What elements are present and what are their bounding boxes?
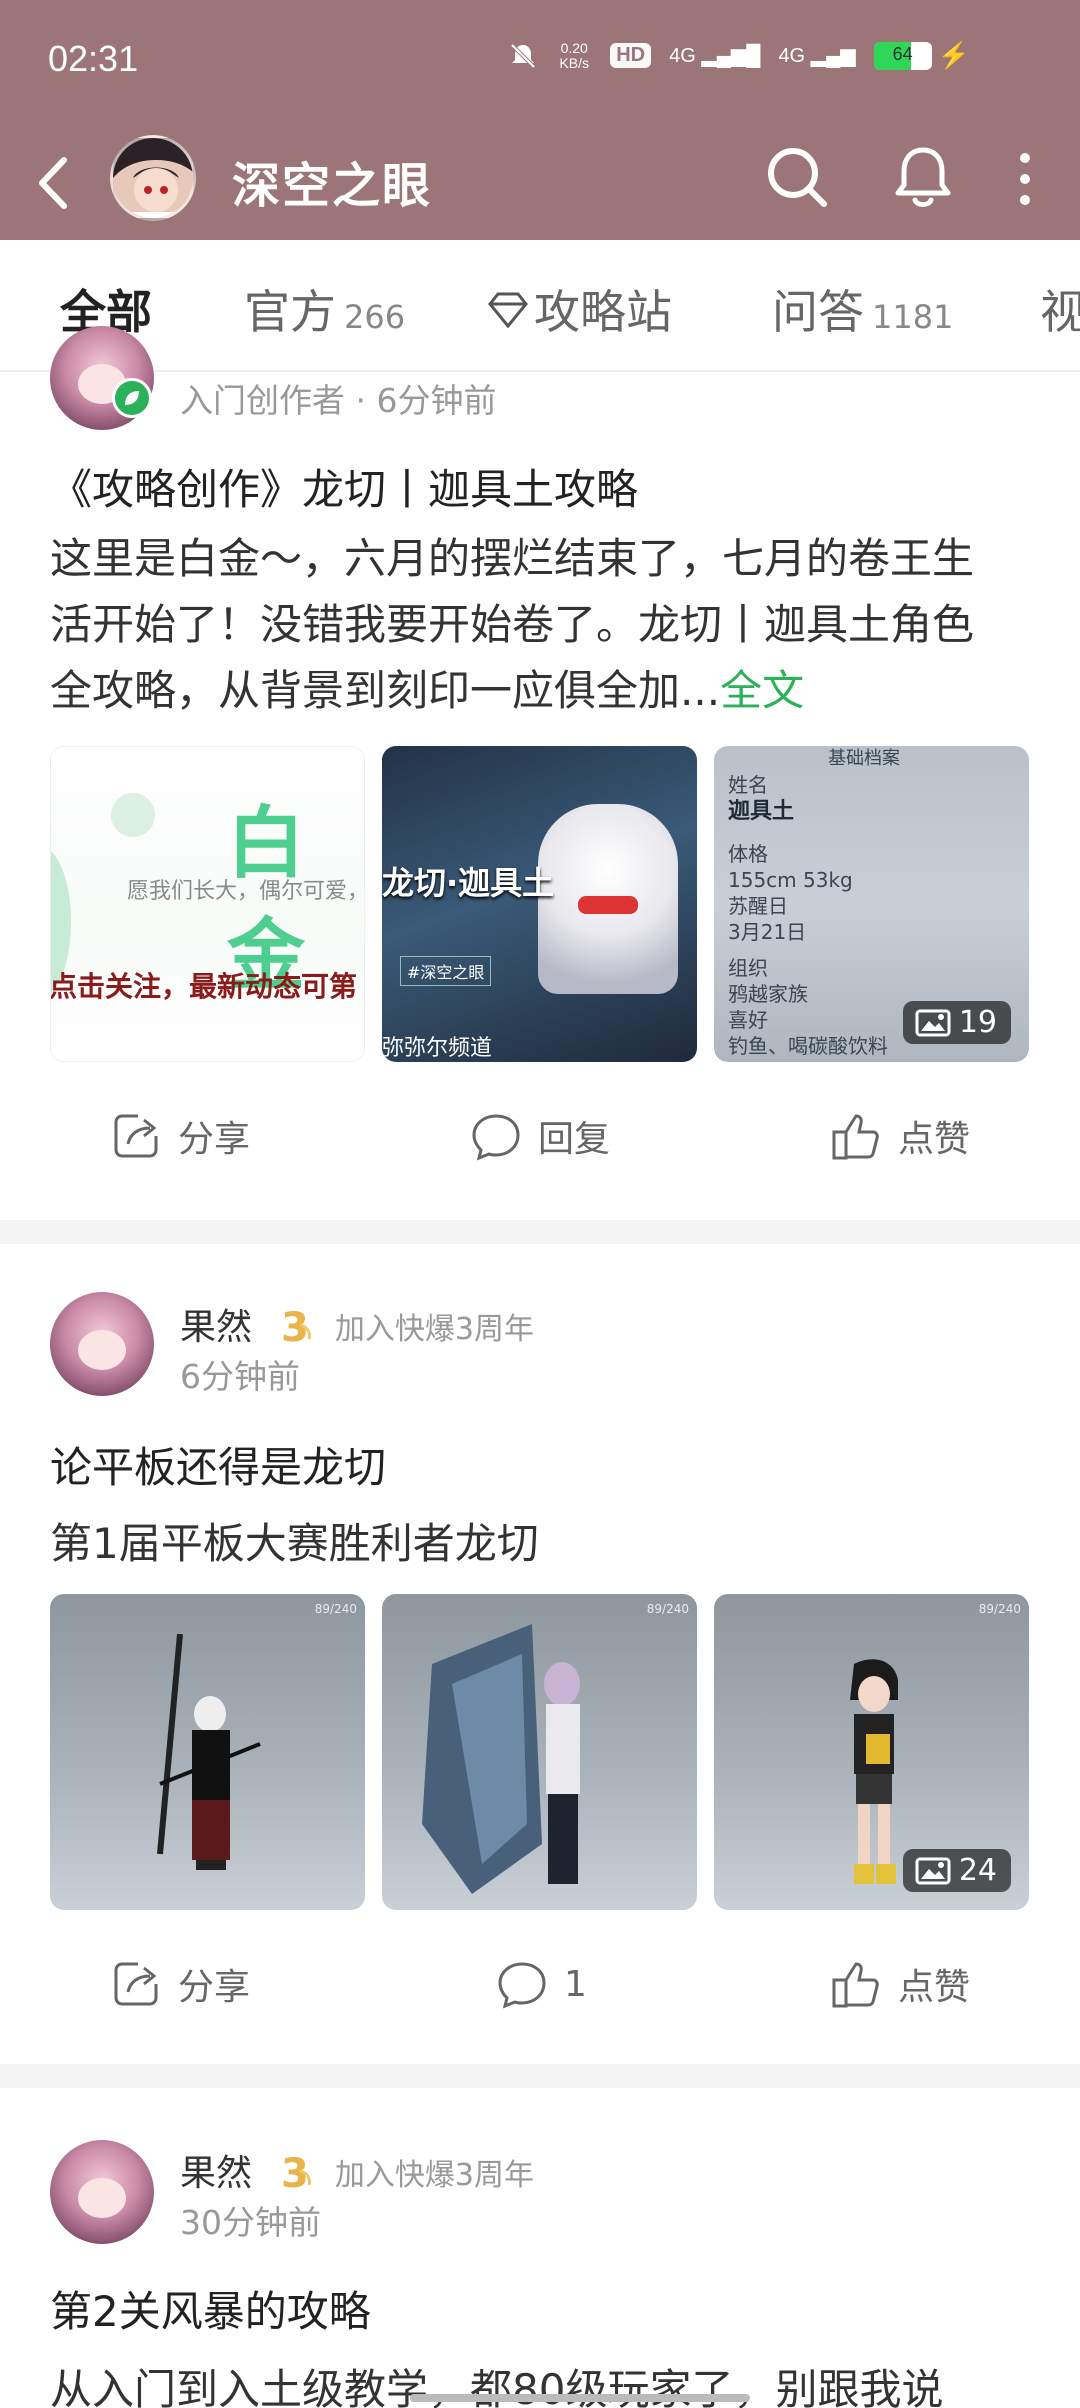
post-time: 6分钟前 bbox=[180, 1357, 300, 1396]
post-actions: 分享 回复 点赞 bbox=[0, 1108, 1080, 1188]
author-avatar[interactable] bbox=[50, 2140, 154, 2244]
search-icon[interactable] bbox=[762, 142, 832, 212]
tab-official[interactable]: 官方 266 bbox=[244, 276, 405, 342]
tab-guide-station[interactable]: 攻略站 bbox=[486, 276, 672, 342]
join-badge: 加入快爆3周年 bbox=[334, 2158, 535, 2193]
post-image-3[interactable]: 89/240 24 bbox=[714, 1594, 1029, 1910]
top-bar: 02:31 0.20 KB/s HD 4G ▂▄▆█ 4G ▂▄▆ 64 ⚡ 深… bbox=[0, 0, 1080, 240]
post-card-2[interactable]: 果然 3 加入快爆3周年 6分钟前 论平板还得是龙切 第1届平板大赛胜利者龙切 … bbox=[0, 1244, 1080, 2064]
bell-icon[interactable] bbox=[890, 142, 956, 212]
mute-bell-icon bbox=[510, 43, 536, 68]
status-time: 02:31 bbox=[48, 38, 139, 79]
signal-1: 4G ▂▄▆█ bbox=[669, 45, 761, 67]
join-badge: 加入快爆3周年 bbox=[334, 1312, 535, 1347]
comment-icon bbox=[498, 1962, 546, 2009]
like-button[interactable]: 点赞 bbox=[828, 1956, 970, 2012]
thumbs-up-icon bbox=[832, 1962, 879, 2008]
share-icon bbox=[114, 1114, 158, 1158]
game-avatar[interactable] bbox=[110, 135, 196, 221]
tab-qa[interactable]: 问答 1181 bbox=[772, 276, 953, 342]
author-avatar[interactable] bbox=[50, 1292, 154, 1396]
author-row: 果然 3 加入快爆3周年 bbox=[180, 1298, 534, 1350]
status-bar: 02:31 0.20 KB/s HD 4G ▂▄▆█ 4G ▂▄▆ 64 ⚡ bbox=[0, 0, 1080, 130]
tab-bar: 全部 官方266 攻略站 问答1181 视 bbox=[0, 240, 1080, 372]
more-vertical-icon[interactable] bbox=[1006, 146, 1044, 212]
post-images: 白金 愿我们长大，偶尔可爱， 点击关注，最新动态可第 龙切·迦具土 #深空之眼 … bbox=[50, 746, 1030, 1062]
share-button[interactable]: 分享 bbox=[108, 1956, 250, 2012]
post-image-2[interactable]: 龙切·迦具土 #深空之眼 弥弥尔频道 bbox=[382, 746, 697, 1062]
post-images: 89/240 89/240 89/240 24 bbox=[50, 1594, 1030, 1910]
post-separator bbox=[0, 1220, 1080, 1244]
thumbs-up-icon bbox=[832, 1114, 879, 1160]
image-count-badge: 19 bbox=[902, 1001, 1011, 1044]
post-separator bbox=[0, 2064, 1080, 2088]
image-icon bbox=[915, 1009, 951, 1036]
tab-video[interactable]: 视 bbox=[1040, 276, 1080, 342]
post-card-3[interactable]: 果然 3 加入快爆3周年 30分钟前 第2关风暴的攻略 从入门到入土级教学，都8… bbox=[0, 2088, 1080, 2408]
battery-icon: 64 ⚡ bbox=[873, 40, 970, 71]
author-meta: 入门创作者 · 6分钟前 bbox=[180, 381, 497, 420]
author-name[interactable]: 果然 bbox=[180, 1307, 252, 1348]
reply-button[interactable]: 1 bbox=[494, 1956, 587, 2012]
author-row: 果然 3 加入快爆3周年 bbox=[180, 2144, 534, 2196]
back-arrow-icon[interactable] bbox=[28, 148, 78, 218]
net-speed: 0.20 KB/s bbox=[559, 39, 589, 71]
reply-button[interactable]: 回复 bbox=[468, 1108, 610, 1164]
anniversary-3-badge-icon: 3 bbox=[281, 2151, 312, 2195]
status-icons: 0.20 KB/s HD 4G ▂▄▆█ 4G ▂▄▆ 64 ⚡ bbox=[508, 40, 970, 71]
post-image-1[interactable]: 白金 愿我们长大，偶尔可爱， 点击关注，最新动态可第 bbox=[50, 746, 365, 1062]
anniversary-3-badge-icon: 3 bbox=[281, 1305, 312, 1349]
read-more-link[interactable]: 全文 bbox=[720, 666, 804, 715]
image-count-badge: 24 bbox=[902, 1849, 1011, 1892]
comment-icon bbox=[472, 1114, 520, 1161]
post-title[interactable]: 《攻略创作》龙切丨迦具土攻略 bbox=[50, 456, 638, 517]
gesture-bar[interactable] bbox=[410, 2394, 750, 2402]
post-body[interactable]: 这里是白金～，六月的摆烂结束了，七月的卷王生活开始了！没错我要开始卷了。龙切丨迦… bbox=[50, 526, 1010, 724]
share-icon bbox=[114, 1962, 158, 2006]
author-name[interactable]: 果然 bbox=[180, 2153, 252, 2194]
post-card-1[interactable]: 入门创作者 · 6分钟前 《攻略创作》龙切丨迦具土攻略 这里是白金～，六月的摆烂… bbox=[0, 326, 1080, 1220]
post-title[interactable]: 第2关风暴的攻略 bbox=[50, 2278, 371, 2339]
post-time: 30分钟前 bbox=[180, 2203, 321, 2242]
share-button[interactable]: 分享 bbox=[108, 1108, 250, 1164]
post-body[interactable]: 第1届平板大赛胜利者龙切 bbox=[50, 1510, 539, 1571]
signal-2: 4G ▂▄▆ bbox=[778, 45, 856, 67]
hd-badge: HD bbox=[610, 43, 652, 68]
charging-icon: ⚡ bbox=[937, 40, 970, 70]
like-button[interactable]: 点赞 bbox=[828, 1108, 970, 1164]
page-title: 深空之眼 bbox=[232, 158, 433, 214]
post-image-1[interactable]: 89/240 bbox=[50, 1594, 365, 1910]
leaf-badge-icon bbox=[112, 378, 152, 418]
post-image-2[interactable]: 89/240 bbox=[382, 1594, 697, 1910]
nav-bar: 深空之眼 bbox=[0, 130, 1080, 240]
post-actions: 分享 1 点赞 bbox=[0, 1956, 1080, 2036]
post-title[interactable]: 论平板还得是龙切 bbox=[50, 1434, 386, 1495]
diamond-icon bbox=[488, 292, 528, 329]
image-icon bbox=[915, 1857, 951, 1884]
post-image-3[interactable]: 基础档案 姓名 迦具土 体格 155cm 53kg 苏醒日 3月21日 组织 鸦… bbox=[714, 746, 1029, 1062]
